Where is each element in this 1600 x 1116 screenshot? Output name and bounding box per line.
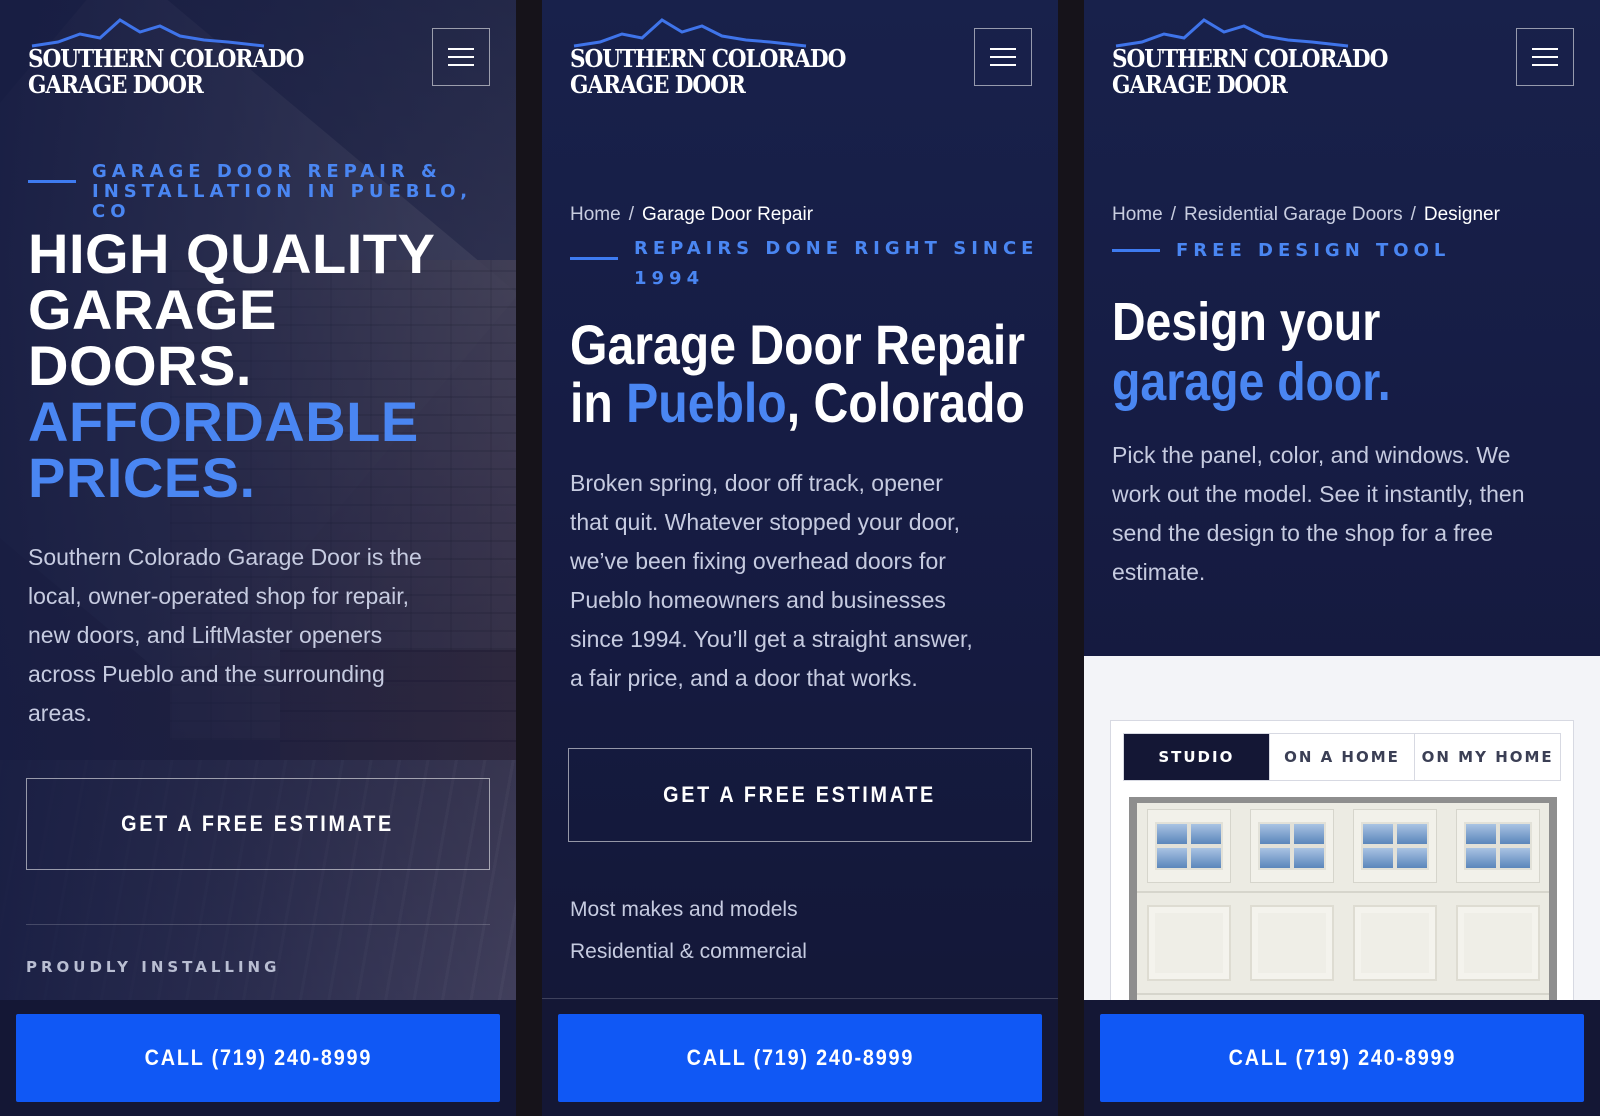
title-line1: Garage Door Repair — [570, 313, 1025, 376]
mobile-screens-stage: SOUTHERN COLORADO GARAGE DOOR GARAGE DOO… — [0, 0, 1600, 1116]
logo-text-line2: GARAGE DOOR — [28, 70, 204, 99]
designer-screen: SOUTHERN COLORADO GARAGE DOOR Home / Resid… — [1084, 0, 1600, 1116]
door-panel — [1352, 905, 1437, 981]
free-estimate-label: GET A FREE ESTIMATE — [663, 782, 937, 807]
free-estimate-button[interactable]: GET A FREE ESTIMATE — [568, 748, 1032, 842]
designer-area: STUDIO ON A HOME ON MY HOME — [1084, 656, 1600, 1027]
eyebrow-line1: REPAIRS DONE RIGHT SINCE — [634, 238, 1039, 259]
headline-accent-line: PRICES. — [28, 446, 256, 509]
body-line: local, owner-operated shop for repair, — [28, 583, 409, 609]
hamburger-menu-icon[interactable] — [1516, 28, 1574, 86]
door-window — [1146, 809, 1231, 883]
page-description: Broken spring, door off track, opener th… — [570, 464, 1040, 698]
breadcrumb-separator: / — [1410, 204, 1416, 225]
hero-description: Southern Colorado Garage Door is the loc… — [28, 538, 498, 733]
body-line: across Pueblo and the surrounding — [28, 661, 385, 687]
logo-text-line1: SOUTHERN COLORADO — [570, 44, 846, 73]
body-line: Pueblo homeowners and businesses — [570, 587, 946, 613]
body-line: send the design to the shop for a free — [1112, 520, 1494, 546]
door-window-row — [1137, 803, 1549, 893]
body-line: areas. — [28, 700, 92, 726]
eyebrow-rule — [28, 180, 76, 183]
breadcrumb-home-link[interactable]: Home — [1112, 204, 1163, 225]
title-accent: garage door. — [1112, 352, 1391, 412]
title-in: in — [570, 371, 627, 434]
door-designer-card: STUDIO ON A HOME ON MY HOME — [1110, 720, 1574, 1027]
tab-on-a-home[interactable]: ON A HOME — [1269, 734, 1416, 780]
body-line: new doors, and LiftMaster openers — [28, 622, 383, 648]
body-line: Broken spring, door off track, opener — [570, 470, 943, 496]
breadcrumb: Home / Residential Garage Doors / Designer — [1112, 204, 1500, 226]
call-button-label: CALL (719) 240-8999 — [1228, 1045, 1456, 1070]
hamburger-menu-icon[interactable] — [974, 28, 1032, 86]
door-panel — [1249, 905, 1334, 981]
breadcrumb: Home / Garage Door Repair — [570, 204, 813, 226]
body-line: work out the model. See it instantly, th… — [1112, 481, 1525, 507]
free-estimate-button[interactable]: GET A FREE ESTIMATE — [26, 778, 490, 870]
divider — [26, 924, 490, 925]
headline-accent-line: AFFORDABLE — [28, 390, 419, 453]
eyebrow-line2: INSTALLATION IN PUEBLO, CO — [92, 181, 473, 222]
body-line: estimate. — [1112, 559, 1206, 585]
breadcrumb-current: Garage Door Repair — [641, 204, 814, 225]
tab-studio[interactable]: STUDIO — [1124, 734, 1270, 780]
site-logo[interactable]: SOUTHERN COLORADO GARAGE DOOR — [570, 16, 846, 102]
feature-item: Most makes and models — [570, 898, 798, 921]
hamburger-menu-icon[interactable] — [432, 28, 490, 86]
call-button[interactable]: CALL (719) 240-8999 — [558, 1014, 1042, 1102]
logo-text-line1: SOUTHERN COLORADO — [1112, 44, 1388, 73]
headline-line: DOORS. — [28, 334, 252, 397]
feature-item: Residential & commercial — [570, 940, 807, 963]
page-title: Design your garage door. — [1112, 292, 1391, 412]
body-line: we’ve been fixing overhead doors for — [570, 548, 946, 574]
body-line: a fair price, and a door that works. — [570, 665, 918, 691]
site-logo[interactable]: SOUTHERN COLORADO GARAGE DOOR — [28, 16, 304, 102]
door-panel-row — [1137, 895, 1549, 995]
title-line1: Design your — [1112, 292, 1381, 352]
eyebrow: FREE DESIGN TOOL — [1176, 240, 1451, 261]
divider — [542, 998, 1058, 999]
title-line2: in Pueblo, Colorado — [570, 374, 1025, 432]
free-estimate-label: GET A FREE ESTIMATE — [121, 811, 395, 836]
logo-text-line2: GARAGE DOOR — [1112, 70, 1288, 99]
door-window — [1249, 809, 1334, 883]
repair-screen: SOUTHERN COLORADO GARAGE DOOR Home / Garag… — [542, 0, 1058, 1116]
proudly-installing-label: PROUDLY INSTALLING — [26, 958, 281, 976]
call-button-label: CALL (719) 240-8999 — [686, 1045, 914, 1070]
title-accent: Pueblo — [626, 371, 787, 434]
site-logo[interactable]: SOUTHERN COLORADO GARAGE DOOR — [1112, 16, 1388, 102]
body-line: Pick the panel, color, and windows. We — [1112, 442, 1511, 468]
logo-text-line2: GARAGE DOOR — [570, 70, 746, 99]
body-line: that quit. Whatever stopped your door, — [570, 509, 960, 535]
door-panel — [1455, 905, 1540, 981]
eyebrow-rule — [1112, 249, 1160, 252]
breadcrumb-separator: / — [628, 204, 634, 225]
hero-headline: HIGH QUALITY GARAGE DOORS. AFFORDABLE PR… — [28, 226, 498, 506]
breadcrumb-current: Designer — [1423, 204, 1500, 225]
breadcrumb-residential-link[interactable]: Residential Garage Doors — [1184, 204, 1403, 225]
page-title: Garage Door Repair in Pueblo, Colorado — [570, 316, 1025, 432]
page-description: Pick the panel, color, and windows. We w… — [1112, 436, 1582, 592]
door-panel — [1146, 905, 1231, 981]
call-button[interactable]: CALL (719) 240-8999 — [1100, 1014, 1584, 1102]
call-button[interactable]: CALL (719) 240-8999 — [16, 1014, 500, 1102]
body-line: Southern Colorado Garage Door is the — [28, 544, 422, 570]
eyebrow-line1: GARAGE DOOR REPAIR & — [92, 161, 442, 182]
eyebrow-rule — [570, 257, 618, 260]
eyebrow-line2: 1994 — [634, 268, 705, 289]
door-window — [1455, 809, 1540, 883]
door-window — [1352, 809, 1437, 883]
garage-door-preview[interactable] — [1129, 797, 1557, 1027]
title-rest: , Colorado — [786, 371, 1025, 434]
home-screen: SOUTHERN COLORADO GARAGE DOOR GARAGE DOO… — [0, 0, 516, 1116]
call-button-label: CALL (719) 240-8999 — [144, 1045, 372, 1070]
breadcrumb-home-link[interactable]: Home — [570, 204, 621, 225]
breadcrumb-separator: / — [1170, 204, 1176, 225]
logo-text-line1: SOUTHERN COLORADO — [28, 44, 304, 73]
designer-tabs: STUDIO ON A HOME ON MY HOME — [1123, 733, 1561, 781]
tab-on-my-home[interactable]: ON MY HOME — [1415, 734, 1561, 780]
headline-line: GARAGE — [28, 278, 277, 341]
body-line: since 1994. You’ll get a straight answer… — [570, 626, 973, 652]
headline-line: HIGH QUALITY — [28, 222, 436, 285]
